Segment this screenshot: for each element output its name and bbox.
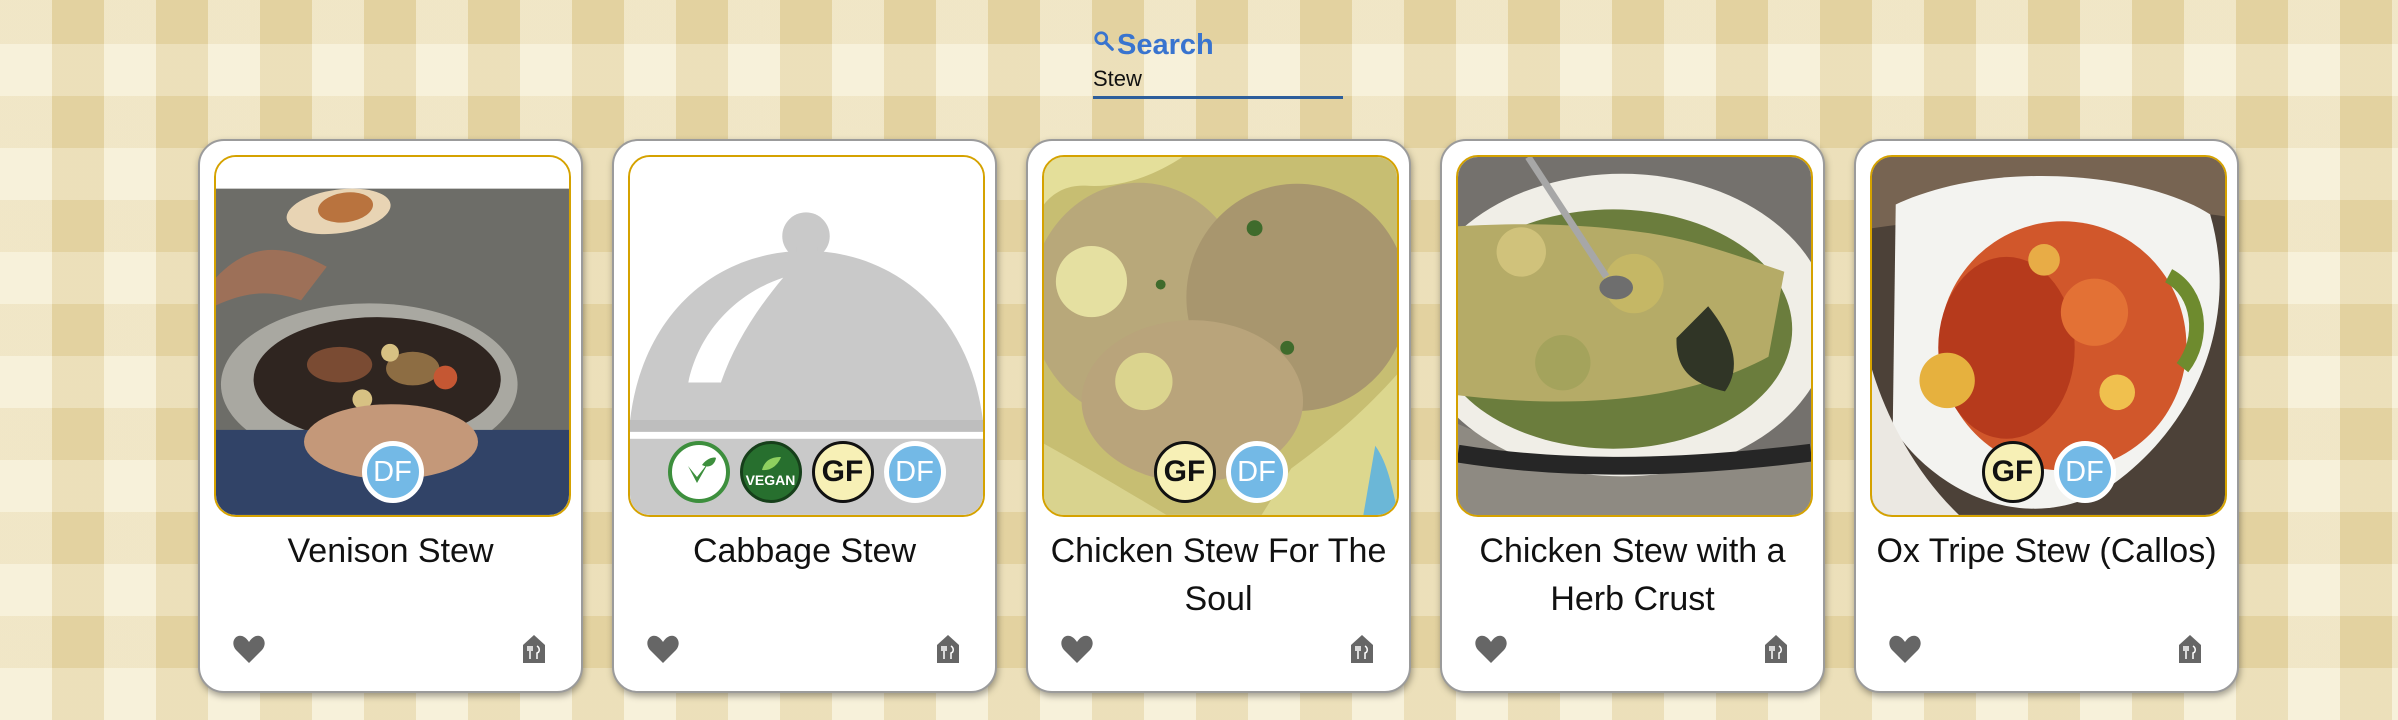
recipe-card-ox-tripe-stew[interactable]: GF DF Ox Tripe Stew (Callos) <box>1854 139 2239 693</box>
recipe-title[interactable]: Cabbage Stew <box>632 527 977 575</box>
recipe-title[interactable]: Venison Stew <box>218 527 563 575</box>
dietary-badges: GF DF <box>1872 441 2225 503</box>
recipe-card-chicken-stew-herb-crust[interactable]: Chicken Stew with a Herb Crust <box>1440 139 1825 693</box>
recipe-image-chicken-stew-herb-crust[interactable] <box>1456 155 1813 517</box>
recipe-image-venison-stew[interactable]: DF <box>214 155 571 517</box>
recipe-title[interactable]: Chicken Stew For The Soul <box>1046 527 1391 623</box>
dairy-free-badge: DF <box>2053 441 2116 503</box>
gluten-free-badge: GF <box>1981 441 2044 503</box>
meal-plan-icon[interactable] <box>1763 634 1789 664</box>
heart-icon[interactable] <box>1475 634 1507 664</box>
meal-plan-icon[interactable] <box>1349 634 1375 664</box>
recipe-image-cabbage-stew[interactable]: VEGAN GF DF <box>628 155 985 517</box>
dietary-badges: GF DF <box>1044 441 1397 503</box>
dairy-free-badge: DF <box>361 441 424 503</box>
dietary-badges: VEGAN GF DF <box>630 441 983 503</box>
gluten-free-badge: GF <box>1153 441 1216 503</box>
meal-plan-icon[interactable] <box>2177 634 2203 664</box>
leaf-icon <box>687 457 716 483</box>
meal-plan-icon[interactable] <box>521 634 547 664</box>
heart-icon[interactable] <box>1889 634 1921 664</box>
recipe-card-venison-stew[interactable]: DF Venison Stew <box>198 139 583 693</box>
recipe-card-chicken-stew-for-the-soul[interactable]: GF DF Chicken Stew For The Soul <box>1026 139 1411 693</box>
recipe-image-chicken-stew-for-the-soul[interactable]: GF DF <box>1042 155 1399 517</box>
dietary-badges: DF <box>216 441 569 503</box>
recipe-title[interactable]: Ox Tripe Stew (Callos) <box>1874 527 2219 575</box>
recipe-search: Search <box>1093 28 1345 99</box>
dairy-free-badge: DF <box>883 441 946 503</box>
search-label: Search <box>1117 29 1214 61</box>
recipe-image-ox-tripe-stew[interactable]: GF DF <box>1870 155 2227 517</box>
meal-plan-icon[interactable] <box>935 634 961 664</box>
heart-icon[interactable] <box>1061 634 1093 664</box>
vegan-badge: VEGAN <box>739 441 802 503</box>
leaf-icon <box>761 457 781 471</box>
search-icon <box>1093 30 1115 52</box>
heart-icon[interactable] <box>233 634 265 664</box>
gluten-free-badge: GF <box>811 441 874 503</box>
search-input[interactable] <box>1093 62 1343 99</box>
vegetarian-badge <box>667 441 730 503</box>
heart-icon[interactable] <box>647 634 679 664</box>
recipe-title[interactable]: Chicken Stew with a Herb Crust <box>1460 527 1805 623</box>
search-label-row: Search <box>1093 28 1345 62</box>
dairy-free-badge: DF <box>1225 441 1288 503</box>
recipe-card-cabbage-stew[interactable]: VEGAN GF DF Cabbage Stew <box>612 139 997 693</box>
